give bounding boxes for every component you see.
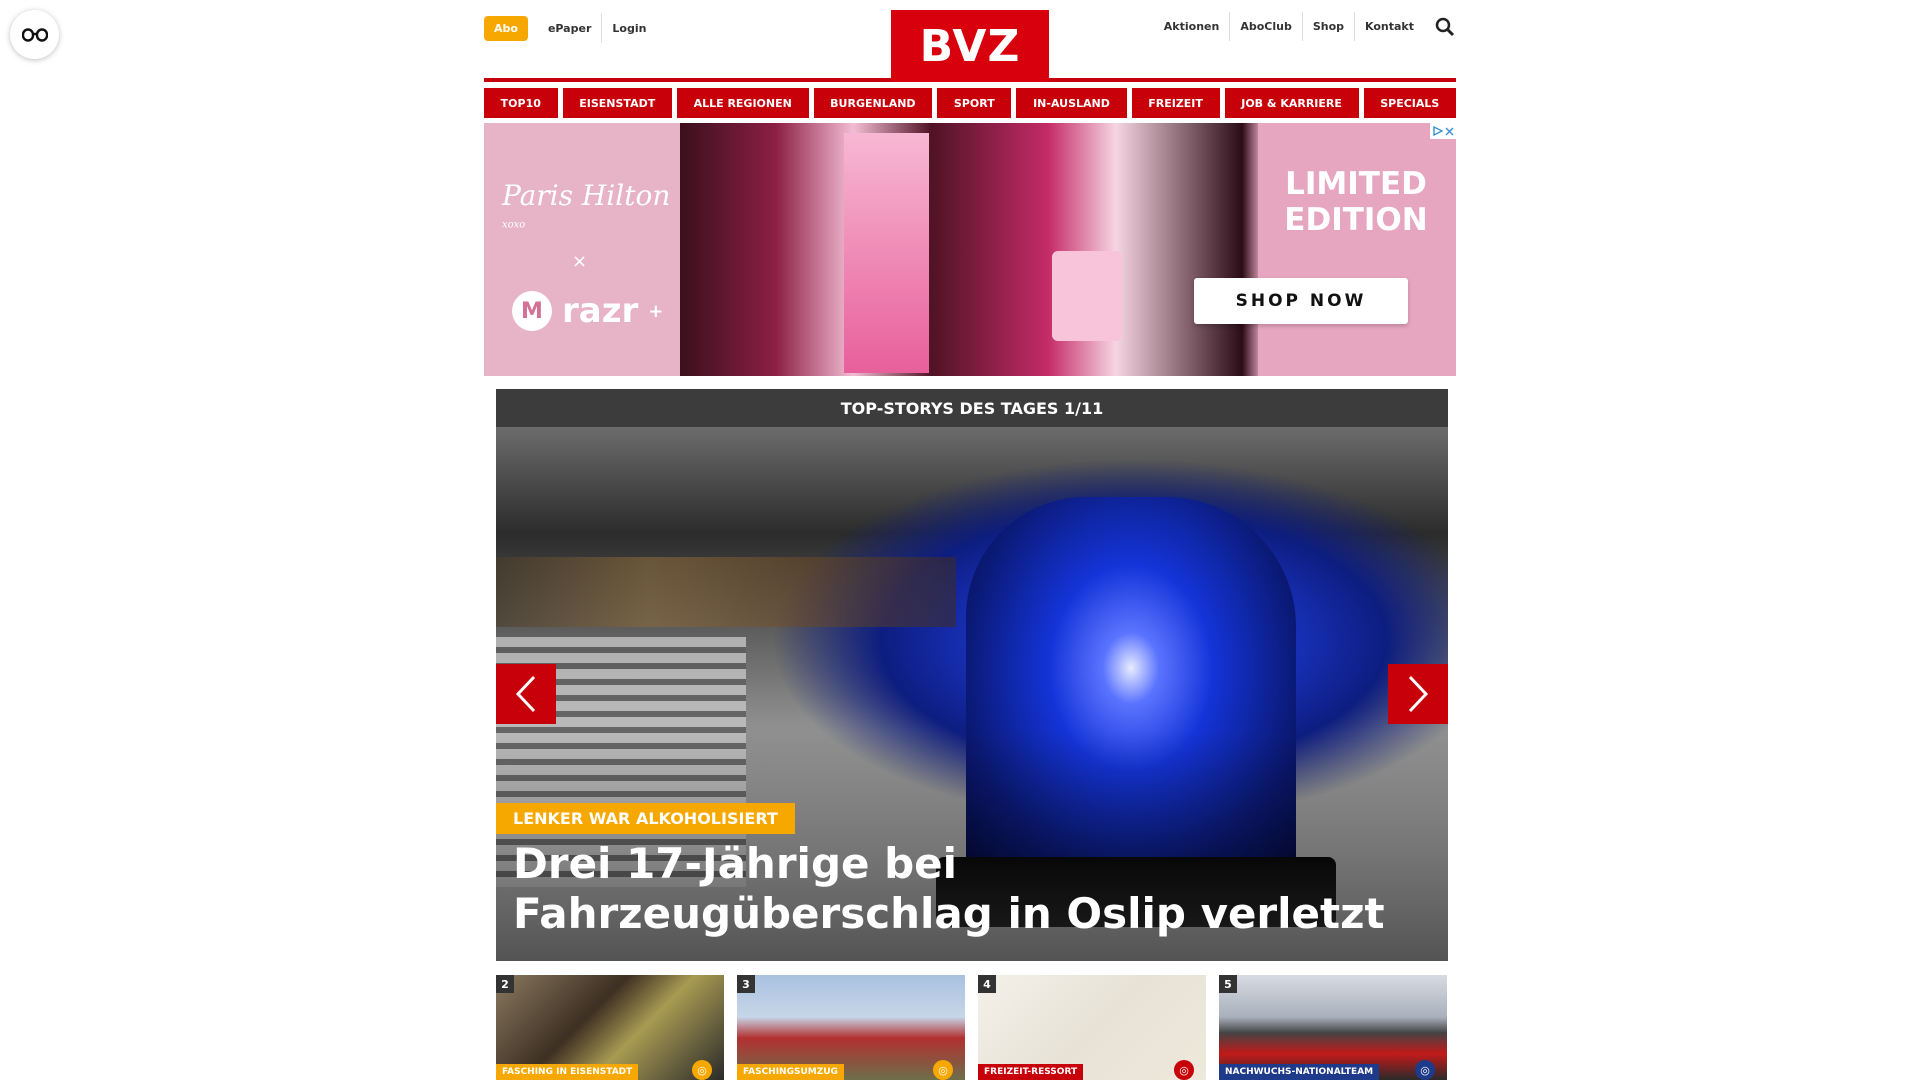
header-left-links: Abo ePaper Login bbox=[484, 14, 656, 43]
shop-link[interactable]: Shop bbox=[1301, 12, 1354, 41]
abo-button[interactable]: Abo bbox=[484, 16, 528, 41]
slider-prev-button[interactable] bbox=[496, 664, 556, 724]
story-tag: NACHWUCHS-NATIONALTEAM bbox=[1219, 1064, 1380, 1080]
ad-brand-name: Paris Hilton bbox=[502, 179, 671, 212]
aboclub-link[interactable]: AboClub bbox=[1229, 12, 1302, 41]
ad-times-sign: × bbox=[572, 251, 588, 272]
ad-partner-name: razr bbox=[562, 291, 639, 331]
nav-sport[interactable]: SPORT bbox=[937, 88, 1012, 118]
nav-burgenland[interactable]: BURGENLAND bbox=[813, 88, 933, 118]
top-stories-slider: TOP-STORYS DES TAGES 1/11 LENKER WAR ALK… bbox=[496, 389, 1448, 961]
story-thumbnails: 2 FASCHING IN EISENSTADT ◎ 3 FASCHINGSUM… bbox=[496, 975, 1448, 1080]
header-bar: Abo ePaper Login BVZ Aktionen AboClub Sh… bbox=[484, 0, 1456, 82]
ad-partner-plus: + bbox=[648, 300, 664, 322]
ad-product-phone bbox=[1052, 251, 1122, 341]
ad-product-box bbox=[844, 133, 929, 373]
slider-heading: TOP-STORYS DES TAGES 1/11 bbox=[496, 389, 1448, 427]
thumbnail-story-4[interactable]: 4 FREIZEIT-RESSORT ◎ bbox=[978, 975, 1206, 1080]
ad-brand-logo: Paris Hilton xoxo bbox=[502, 179, 680, 245]
story-number: 5 bbox=[1219, 975, 1237, 993]
nav-in-ausland[interactable]: IN-AUSLAND bbox=[1016, 88, 1127, 118]
header-right-links: Aktionen AboClub Shop Kontakt bbox=[1154, 12, 1456, 41]
slide-main-story[interactable]: LENKER WAR ALKOHOLISIERT Drei 17-Jährige… bbox=[496, 427, 1448, 961]
camera-icon: ◎ bbox=[1174, 1060, 1194, 1080]
nav-eisenstadt[interactable]: EISENSTADT bbox=[562, 88, 672, 118]
search-button[interactable] bbox=[1434, 16, 1456, 38]
page-wrapper: Abo ePaper Login BVZ Aktionen AboClub Sh… bbox=[484, 0, 1457, 376]
search-icon bbox=[1435, 17, 1455, 36]
shop-now-button[interactable]: SHOP NOW bbox=[1194, 278, 1408, 324]
main-navigation: TOP10 EISENSTADT ALLE REGIONEN BURGENLAN… bbox=[484, 88, 1457, 118]
kontakt-link[interactable]: Kontakt bbox=[1354, 12, 1424, 41]
bvz-logo[interactable]: BVZ bbox=[891, 10, 1049, 82]
nav-job-karriere[interactable]: JOB & KARRIERE bbox=[1224, 88, 1359, 118]
close-icon[interactable] bbox=[1445, 127, 1454, 136]
story-number: 3 bbox=[737, 975, 755, 993]
adchoices-icon[interactable] bbox=[1430, 123, 1456, 139]
reader-mode-button[interactable] bbox=[10, 10, 59, 59]
story-number: 4 bbox=[978, 975, 996, 993]
nav-top10[interactable]: TOP10 bbox=[484, 88, 558, 118]
story-tag: FASCHINGSUMZUG bbox=[737, 1064, 844, 1080]
nav-freizeit[interactable]: FREIZEIT bbox=[1131, 88, 1220, 118]
ad-brand-panel: Paris Hilton xoxo × M razr + bbox=[484, 123, 680, 376]
camera-icon: ◎ bbox=[692, 1060, 712, 1080]
aktionen-link[interactable]: Aktionen bbox=[1154, 12, 1230, 41]
slider-next-button[interactable] bbox=[1388, 664, 1448, 724]
login-link[interactable]: Login bbox=[601, 14, 656, 43]
camera-icon: ◎ bbox=[1415, 1060, 1435, 1080]
story-headline[interactable]: Drei 17-Jährige bei Fahrzeugüberschlag i… bbox=[513, 839, 1428, 939]
nav-specials[interactable]: SPECIALS bbox=[1363, 88, 1457, 118]
chevron-left-icon bbox=[515, 675, 536, 713]
advertisement-banner[interactable]: Paris Hilton xoxo × M razr + LIMITED EDIT… bbox=[484, 123, 1456, 376]
glasses-icon bbox=[21, 27, 48, 42]
chevron-right-icon bbox=[1408, 675, 1429, 713]
story-kicker[interactable]: LENKER WAR ALKOHOLISIERT bbox=[496, 803, 795, 834]
nav-alle-regionen[interactable]: ALLE REGIONEN bbox=[676, 88, 809, 118]
story-number: 2 bbox=[496, 975, 514, 993]
ad-partner-logo: M razr + bbox=[512, 291, 663, 331]
story-tag: FREIZEIT-RESSORT bbox=[978, 1064, 1084, 1080]
ad-brand-suffix: xoxo bbox=[502, 219, 526, 231]
thumbnail-story-3[interactable]: 3 FASCHINGSUMZUG ◎ bbox=[737, 975, 965, 1080]
thumbnail-story-2[interactable]: 2 FASCHING IN EISENSTADT ◎ bbox=[496, 975, 724, 1080]
camera-icon: ◎ bbox=[933, 1060, 953, 1080]
epaper-link[interactable]: ePaper bbox=[538, 14, 601, 43]
ad-limited-edition: LIMITED EDITION bbox=[1284, 166, 1428, 238]
thumbnail-story-5[interactable]: 5 NACHWUCHS-NATIONALTEAM ◎ bbox=[1219, 975, 1447, 1080]
slide-image-background bbox=[496, 557, 956, 627]
ad-cta-panel: LIMITED EDITION bbox=[1258, 123, 1456, 376]
story-tag: FASCHING IN EISENSTADT bbox=[496, 1064, 639, 1080]
motorola-icon: M bbox=[512, 291, 552, 331]
